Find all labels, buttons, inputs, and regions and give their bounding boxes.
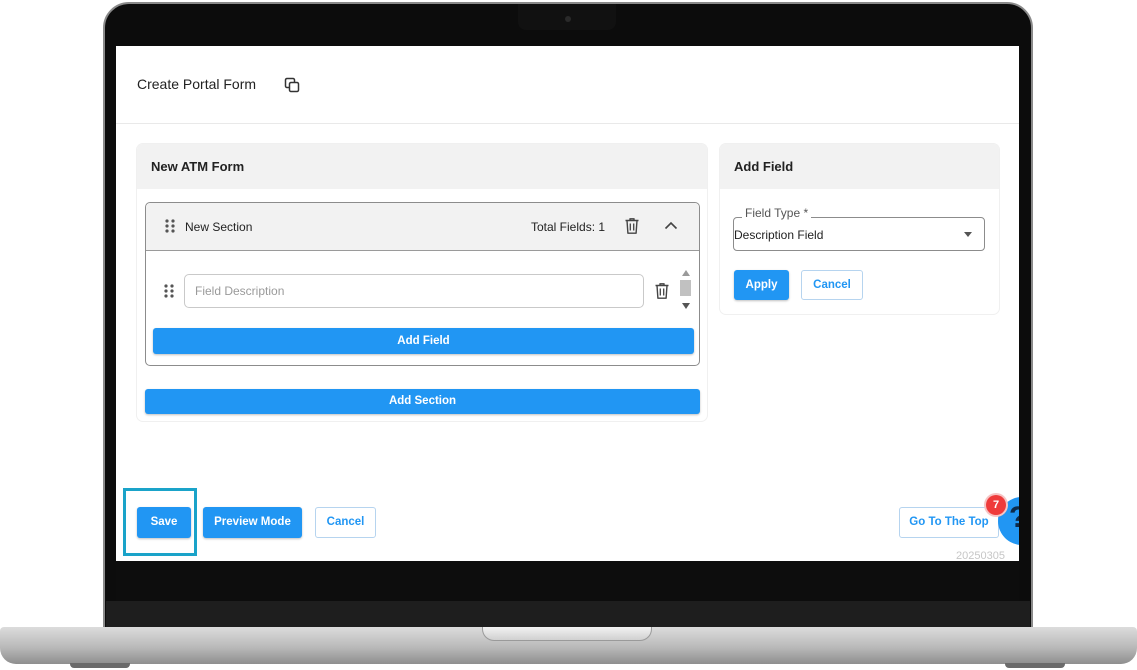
scroll-down-arrow-icon[interactable]	[682, 303, 690, 309]
laptop-foot-right	[1005, 663, 1065, 668]
page-title: Create Portal Form	[137, 76, 257, 92]
field-type-label: Field Type *	[742, 206, 812, 220]
section-header[interactable]: New Section Total Fields: 1	[146, 203, 699, 251]
apply-button[interactable]: Apply	[734, 270, 789, 300]
chevron-up-icon[interactable]	[664, 220, 678, 230]
section-name: New Section	[185, 220, 253, 234]
drag-handle-icon[interactable]	[165, 219, 175, 233]
form-builder-panel: New ATM Form New Section Total Fields: 1	[137, 144, 707, 421]
form-section: New Section Total Fields: 1 Field Descri…	[145, 202, 700, 366]
delete-field-icon[interactable]	[654, 282, 670, 300]
header-divider	[116, 123, 1019, 124]
delete-section-icon[interactable]	[624, 217, 640, 235]
save-button[interactable]: Save	[137, 507, 191, 538]
add-section-button[interactable]: Add Section	[145, 389, 700, 414]
notification-badge[interactable]: 7	[986, 495, 1006, 515]
camera-icon	[565, 16, 571, 22]
field-description-input[interactable]: Field Description	[184, 274, 644, 308]
copy-icon[interactable]	[284, 77, 300, 93]
form-name: New ATM Form	[151, 159, 245, 174]
laptop-foot-left	[70, 663, 130, 668]
add-field-button[interactable]: Add Field	[153, 328, 694, 354]
laptop-base-notch	[482, 627, 652, 641]
form-panel-header: New ATM Form	[137, 144, 707, 189]
add-field-panel-header: Add Field	[720, 144, 999, 189]
add-field-panel: Add Field Field Type * Description Field…	[720, 144, 999, 314]
add-field-title: Add Field	[734, 159, 794, 174]
version-text: 20250305	[956, 550, 1005, 561]
go-to-top-button[interactable]: Go To The Top	[899, 507, 999, 538]
app-screen: Create Portal Form New ATM Form New Sect…	[116, 46, 1019, 561]
screen-bezel	[116, 561, 1019, 601]
field-type-value: Description Field	[734, 228, 824, 242]
total-fields-count: Total Fields: 1	[531, 220, 606, 234]
preview-mode-button[interactable]: Preview Mode	[203, 507, 302, 538]
cancel-button[interactable]: Cancel	[315, 507, 376, 538]
dropdown-caret-icon[interactable]	[964, 232, 972, 237]
laptop-hinge	[106, 601, 1030, 629]
cancel-field-button[interactable]: Cancel	[801, 270, 863, 300]
help-question-icon: ?	[1009, 501, 1019, 535]
drag-handle-icon[interactable]	[164, 284, 174, 298]
scroll-up-arrow-icon[interactable]	[682, 270, 690, 276]
scrollbar-thumb[interactable]	[680, 280, 691, 296]
